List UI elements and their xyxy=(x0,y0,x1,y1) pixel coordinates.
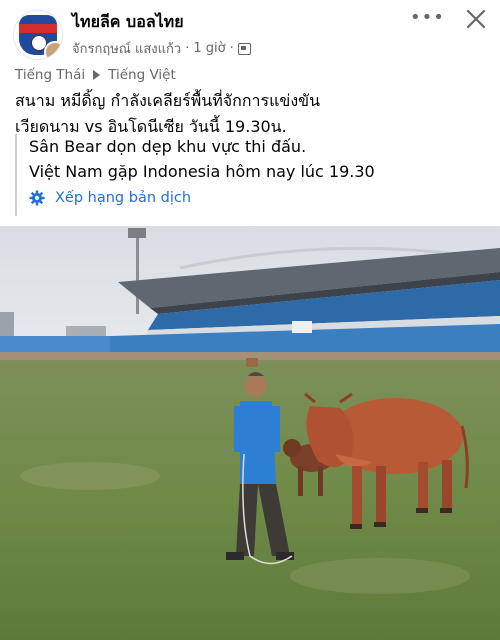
target-language[interactable]: Tiếng Việt xyxy=(108,67,176,83)
facebook-post: ไทยลีค บอลไทย จักรกฤษณ์ แสงแก้ว · 1 giờ … xyxy=(0,0,500,640)
post-header: ไทยลีค บอลไทย จักรกฤษณ์ แสงแก้ว · 1 giờ … xyxy=(0,0,500,60)
post-photo[interactable] xyxy=(0,226,500,640)
stadium-photo xyxy=(0,226,500,640)
translation-language-bar: Tiếng Thái Tiếng Việt xyxy=(15,67,176,83)
side-stand xyxy=(0,336,110,352)
page-avatar[interactable] xyxy=(13,10,63,60)
translated-line-2: Việt Nam gặp Indonesia hôm nay lúc 19.30 xyxy=(29,162,375,181)
author-avatar[interactable] xyxy=(44,41,62,59)
scoreboard-panel xyxy=(292,321,312,333)
original-line-1: สนาม หมีดิ้ญ กำลังเคลียร์พื้นที่จักการแข… xyxy=(15,91,321,110)
post-time[interactable]: 1 giờ xyxy=(193,41,225,56)
rate-translation-label[interactable]: Xếp hạng bản dịch xyxy=(55,190,191,206)
post-meta: จักรกฤษณ์ แสงแก้ว · 1 giờ · xyxy=(72,38,251,59)
dry-patch-2 xyxy=(290,558,470,594)
translated-line-1: Sân Bear dọn dẹp khu vực thi đấu. xyxy=(29,137,307,156)
more-icon[interactable]: ••• xyxy=(410,6,444,30)
meta-separator: · xyxy=(185,41,190,56)
source-language[interactable]: Tiếng Thái xyxy=(15,67,85,83)
arrow-right-icon xyxy=(93,70,101,80)
page-name[interactable]: ไทยลีค บอลไทย xyxy=(72,10,184,35)
logo-band xyxy=(19,24,57,33)
gear-icon xyxy=(29,190,45,206)
original-post-text: สนาม หมีดิ้ญ กำลังเคลียร์พื้นที่จักการแข… xyxy=(15,88,485,140)
author-name[interactable]: จักรกฤษณ์ แสงแก้ว xyxy=(72,38,181,59)
close-icon[interactable] xyxy=(463,6,489,32)
distant-cow xyxy=(246,358,258,367)
light-pole xyxy=(136,234,139,314)
meta-separator-2: · xyxy=(229,41,234,56)
dry-patch xyxy=(20,462,160,490)
translated-text-block: Sân Bear dọn dẹp khu vực thi đấu. Việt N… xyxy=(15,134,485,216)
floodlight xyxy=(128,228,146,238)
rate-translation-link[interactable]: Xếp hạng bản dịch xyxy=(29,190,485,206)
audience-icon xyxy=(237,42,251,55)
